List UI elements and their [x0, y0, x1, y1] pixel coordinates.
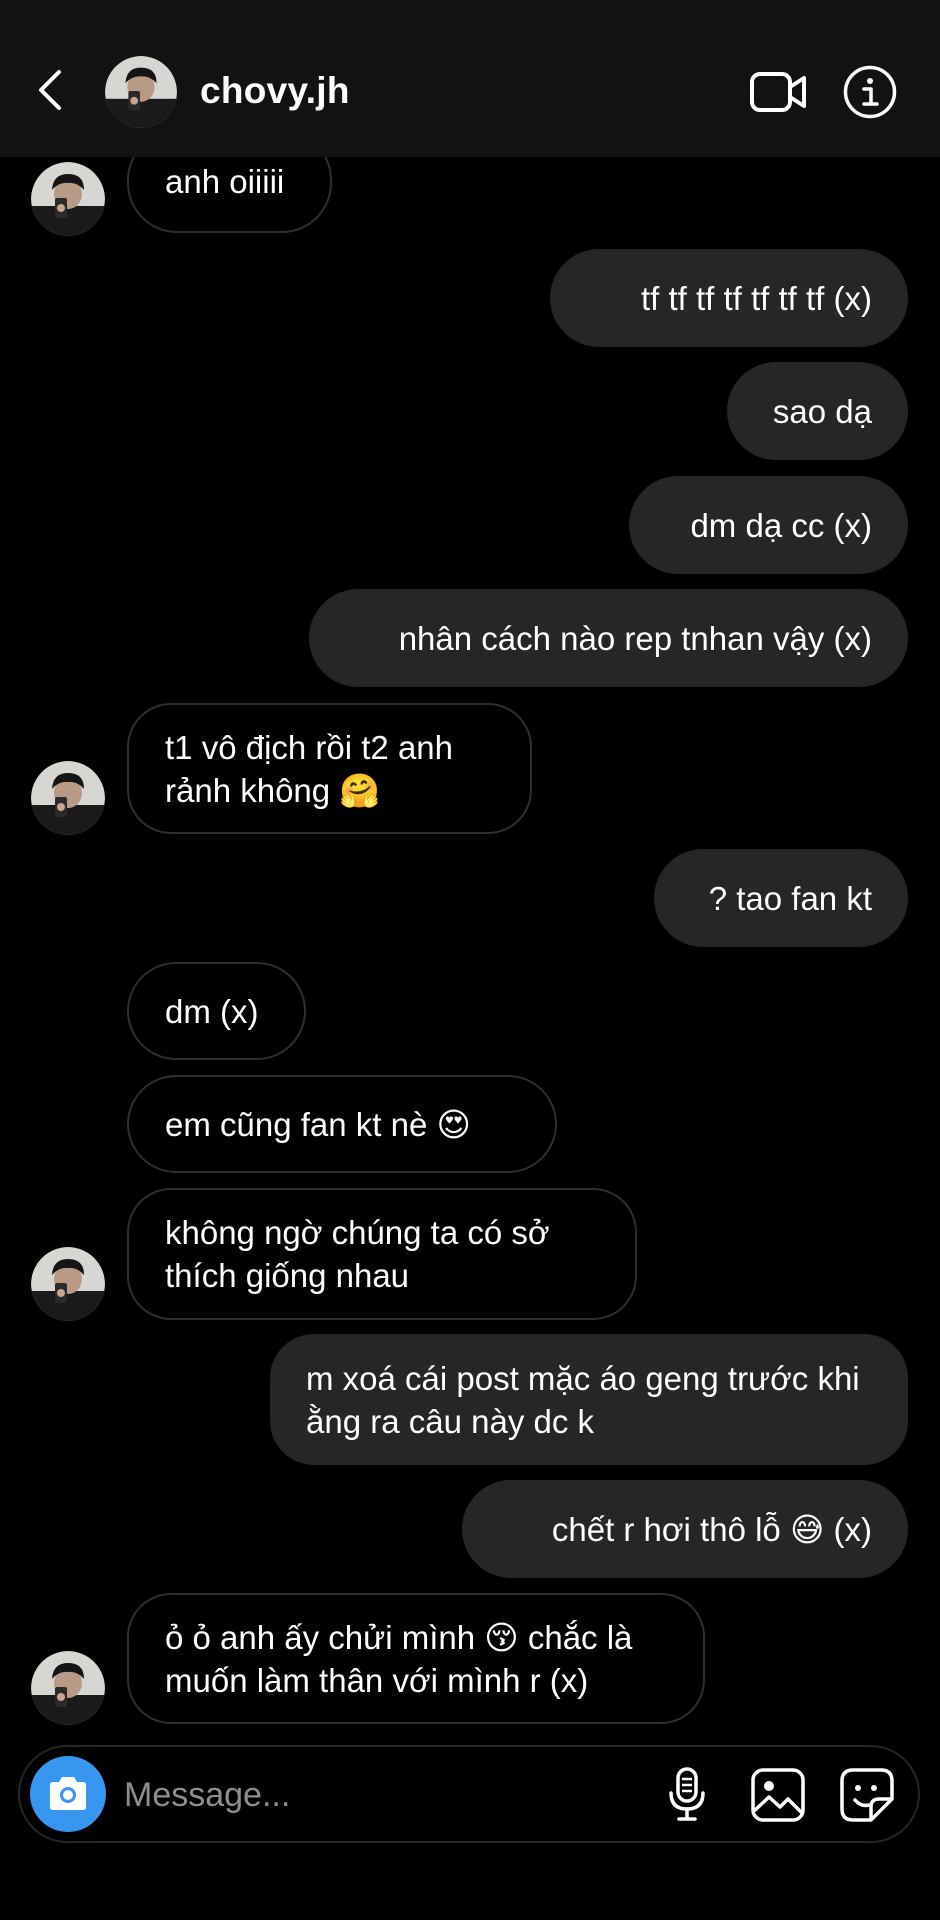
contact-username[interactable]: chovy.jh: [200, 68, 350, 114]
message-text: dm dạ cc (x): [690, 506, 872, 544]
camera-icon: [50, 1777, 86, 1810]
message-text: anh oiiiii: [165, 163, 285, 200]
message-text: nhân cách nào rep tnhan vậy (x): [398, 619, 872, 657]
outgoing-message[interactable]: sao dạ: [727, 362, 908, 460]
sticker-button[interactable]: [837, 1767, 897, 1823]
video-camera-icon: [750, 72, 806, 112]
outgoing-message[interactable]: tf tf tf tf tf tf tf (x): [550, 249, 908, 347]
image-gallery-icon: [751, 1768, 805, 1822]
header-avatar[interactable]: [105, 56, 177, 128]
incoming-message[interactable]: dm (x): [127, 962, 306, 1060]
dm-thread-screen: anh oiiiii tf tf tf tf tf tf tf (x) sao …: [0, 0, 940, 1920]
chat-header: chovy.jh: [0, 0, 940, 157]
camera-button[interactable]: [30, 1756, 106, 1832]
microphone-button[interactable]: [657, 1767, 717, 1823]
outgoing-message[interactable]: nhân cách nào rep tnhan vậy (x): [309, 589, 908, 687]
message-input[interactable]: [122, 1769, 646, 1821]
gallery-button[interactable]: [748, 1767, 808, 1823]
video-call-button[interactable]: [748, 66, 808, 118]
sticker-icon: [840, 1768, 894, 1822]
outgoing-message[interactable]: m xoá cái post mặc áo geng trước khi ằng…: [270, 1334, 908, 1465]
incoming-message[interactable]: em cũng fan kt nè 😍: [127, 1075, 557, 1173]
message-text: ? tao fan kt: [708, 879, 872, 917]
message-text: tf tf tf tf tf tf tf (x): [640, 279, 872, 317]
contact-avatar[interactable]: [31, 1651, 105, 1725]
message-text: dm (x): [165, 992, 259, 1030]
incoming-message[interactable]: t1 vô địch rồi t2 anh rảnh không 🤗: [127, 703, 532, 834]
chevron-left-icon: [39, 70, 61, 110]
outgoing-message[interactable]: dm dạ cc (x): [629, 476, 908, 574]
message-text: ỏ ỏ anh ấy chửi mình 😚 chắc là muốn làm …: [165, 1618, 633, 1699]
message-text: chết r hơi thô lỗ 😅 (x): [551, 1510, 872, 1548]
microphone-icon: [669, 1767, 705, 1821]
info-button[interactable]: [842, 64, 898, 120]
message-text: sao dạ: [772, 392, 872, 430]
message-composer: [18, 1745, 920, 1843]
back-button[interactable]: [28, 62, 72, 118]
message-list[interactable]: anh oiiiii tf tf tf tf tf tf tf (x) sao …: [0, 0, 940, 1740]
message-text: t1 vô địch rồi t2 anh rảnh không 🤗: [165, 728, 454, 809]
contact-avatar[interactable]: [31, 162, 105, 236]
message-text: m xoá cái post mặc áo geng trước khi ằng…: [306, 1359, 860, 1440]
incoming-message[interactable]: ỏ ỏ anh ấy chửi mình 😚 chắc là muốn làm …: [127, 1593, 705, 1724]
outgoing-message[interactable]: chết r hơi thô lỗ 😅 (x): [462, 1480, 908, 1578]
contact-avatar[interactable]: [31, 761, 105, 835]
message-text: em cũng fan kt nè 😍: [165, 1105, 471, 1143]
outgoing-message[interactable]: ? tao fan kt: [654, 849, 908, 947]
message-text: không ngờ chúng ta có sở thích giống nha…: [165, 1214, 550, 1294]
info-icon: [843, 65, 897, 119]
contact-avatar[interactable]: [31, 1247, 105, 1321]
incoming-message[interactable]: không ngờ chúng ta có sở thích giống nha…: [127, 1188, 637, 1320]
